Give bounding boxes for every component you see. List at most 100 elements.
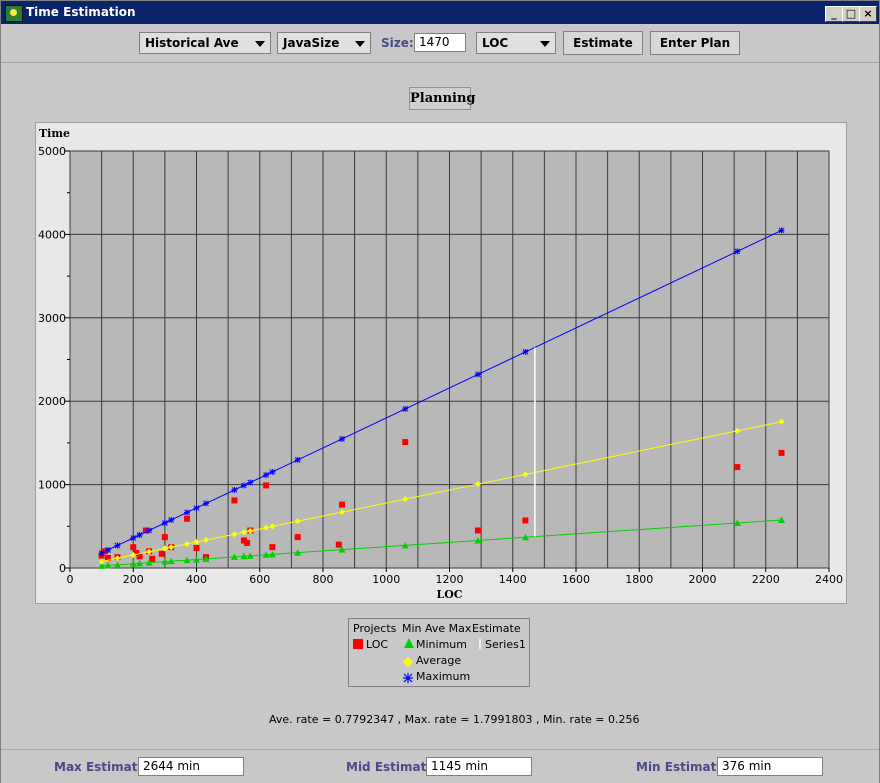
y-tick-label: 0 xyxy=(59,562,66,575)
maximum-point xyxy=(294,456,301,463)
maximum-point xyxy=(778,227,785,234)
max-estimate-label: Max Estimate: xyxy=(54,760,151,774)
loc-point xyxy=(474,527,481,534)
loc-point xyxy=(130,544,137,551)
min-estimate-field[interactable]: 376 min xyxy=(717,757,823,776)
loc-point xyxy=(778,449,785,456)
chevron-down-icon xyxy=(540,41,550,47)
y-tick-label: 2000 xyxy=(38,395,66,408)
legend-average-marker xyxy=(403,657,413,667)
loc-point xyxy=(402,439,409,446)
loc-point xyxy=(184,515,191,522)
y-tick-label: 3000 xyxy=(38,312,66,325)
title-bar[interactable]: Time Estimation _ □ × xyxy=(1,1,879,24)
x-tick-label: 0 xyxy=(67,573,74,586)
time-vs-loc-chart: 0 1000 2000 3000 4000 5000 0 200 400 600 800 1000 12… xyxy=(38,127,843,601)
maximum-point xyxy=(402,405,409,412)
maximum-point xyxy=(136,531,143,538)
loc-point xyxy=(149,555,156,562)
maximum-point xyxy=(240,482,247,489)
minimize-button[interactable]: _ xyxy=(825,6,843,22)
legend-average-label: Average xyxy=(416,654,462,667)
max-estimate-field[interactable]: 2644 min xyxy=(138,757,244,776)
min-estimate-label: Min Estimate: xyxy=(636,760,730,774)
legend-loc-label: LOC xyxy=(366,638,389,651)
maximum-point xyxy=(184,509,191,516)
maximum-point xyxy=(193,504,200,511)
legend: Projects Min Ave Max Estimate LOC Minimu… xyxy=(348,618,530,687)
maximum-point xyxy=(114,542,121,549)
maximum-point xyxy=(161,519,168,526)
x-tick-label: 400 xyxy=(186,573,207,586)
unit-select-value: LOC xyxy=(482,36,509,50)
time-estimation-window: Time Estimation _ □ × Historical Ave Jav… xyxy=(0,0,880,783)
legend-minimum-marker xyxy=(404,638,414,648)
maximize-button[interactable]: □ xyxy=(842,6,860,22)
legend-maximum-marker xyxy=(403,673,413,683)
maximum-point xyxy=(263,471,270,478)
loc-point xyxy=(338,501,345,508)
toolbar: Historical Ave JavaSize Size: 1470 LOC E… xyxy=(1,24,879,63)
x-tick-label: 2000 xyxy=(689,573,717,586)
unit-select[interactable]: LOC xyxy=(476,32,556,54)
x-tick-label: 600 xyxy=(249,573,270,586)
loc-point xyxy=(161,534,168,541)
loc-point xyxy=(244,539,251,546)
x-tick-label: 1800 xyxy=(625,573,653,586)
maximum-point xyxy=(338,435,345,442)
maximum-point xyxy=(130,534,137,541)
maximum-point xyxy=(104,546,111,553)
maximum-point xyxy=(734,248,741,255)
y-tick-label: 5000 xyxy=(38,145,66,158)
maximum-point xyxy=(98,549,105,556)
chevron-down-icon xyxy=(355,41,365,47)
y-axis-title: Time xyxy=(39,127,70,140)
x-tick-label: 1400 xyxy=(499,573,527,586)
maximum-point xyxy=(247,479,254,486)
loc-point xyxy=(734,464,741,471)
type-select-value: JavaSize xyxy=(283,36,340,50)
type-select[interactable]: JavaSize xyxy=(277,32,371,54)
legend-series1-label: Series1 xyxy=(485,638,526,651)
loc-point xyxy=(522,517,529,524)
x-tick-label: 200 xyxy=(123,573,144,586)
loc-point xyxy=(294,534,301,541)
loc-point xyxy=(231,497,238,504)
chevron-down-icon xyxy=(255,41,265,47)
maximum-point xyxy=(231,486,238,493)
chart-frame: 0 1000 2000 3000 4000 5000 0 200 400 600 800 1000 12… xyxy=(35,122,847,604)
y-tick-label: 4000 xyxy=(38,228,66,241)
maximum-point xyxy=(202,500,209,507)
estimate-button[interactable]: Estimate xyxy=(563,31,643,55)
planning-title: Planning xyxy=(409,87,476,110)
app-icon xyxy=(5,5,23,22)
legend-loc-marker xyxy=(353,639,363,649)
method-select[interactable]: Historical Ave xyxy=(139,32,271,54)
loc-point xyxy=(269,544,276,551)
size-input[interactable]: 1470 xyxy=(414,33,466,52)
maximum-point xyxy=(168,516,175,523)
x-tick-label: 2200 xyxy=(752,573,780,586)
x-tick-label: 2400 xyxy=(815,573,843,586)
maximum-point xyxy=(522,348,529,355)
mid-estimate-field[interactable]: 1145 min xyxy=(426,757,532,776)
close-button[interactable]: × xyxy=(859,6,877,22)
x-axis-title: LOC xyxy=(436,588,462,601)
x-tick-label: 1000 xyxy=(372,573,400,586)
x-tick-label: 800 xyxy=(313,573,334,586)
window-title: Time Estimation xyxy=(26,5,136,19)
x-tick-label: 1200 xyxy=(436,573,464,586)
maximum-point xyxy=(474,371,481,378)
y-tick-label: 1000 xyxy=(38,479,66,492)
loc-point xyxy=(158,550,165,557)
legend-minimum-label: Minimum xyxy=(416,638,467,651)
loc-point xyxy=(193,544,200,551)
maximum-point xyxy=(269,468,276,475)
enter-plan-button[interactable]: Enter Plan xyxy=(650,31,740,55)
rates-text: Ave. rate = 0.7792347 , Max. rate = 1.79… xyxy=(269,713,640,726)
method-select-value: Historical Ave xyxy=(145,36,239,50)
legend-maximum-label: Maximum xyxy=(416,670,471,683)
loc-point xyxy=(263,482,270,489)
loc-point xyxy=(335,541,342,548)
x-tick-label: 1600 xyxy=(562,573,590,586)
